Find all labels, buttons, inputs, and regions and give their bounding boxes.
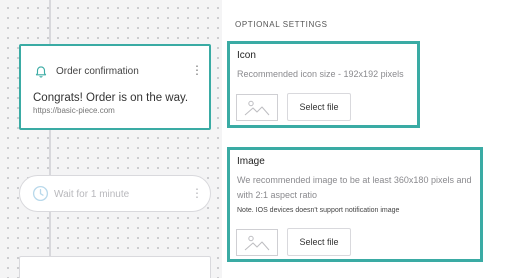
image-select-file-button[interactable]: Select file <box>287 228 351 256</box>
card-menu-icon[interactable]: ⋮ <box>191 64 203 76</box>
flow-canvas: Order confirmation ⋮ Congrats! Order is … <box>0 0 222 278</box>
image-setting-description-line1: We recommended image to be at least 360x… <box>237 175 472 185</box>
next-step-card[interactable] <box>19 256 211 278</box>
icon-setting-panel: Icon Recommended icon size - 192x192 pix… <box>227 41 420 128</box>
image-setting-note: Note. IOS devices doesn't support notifi… <box>237 207 400 214</box>
bell-icon <box>35 66 47 78</box>
wait-menu-icon[interactable]: ⋮ <box>191 187 203 199</box>
image-placeholder-icon <box>236 94 278 121</box>
clock-icon <box>32 185 49 202</box>
image-setting-panel: Image We recommended image to be at leas… <box>227 147 483 262</box>
wait-step-label: Wait for 1 minute <box>54 189 130 200</box>
section-label: OPTIONAL SETTINGS <box>235 20 328 29</box>
image-setting-heading: Image <box>237 156 265 167</box>
notification-step-card[interactable]: Order confirmation ⋮ Congrats! Order is … <box>19 44 211 130</box>
notification-body: Congrats! Order is on the way. <box>33 92 189 104</box>
image-setting-description-line2: with 2:1 aspect ratio <box>237 190 318 200</box>
icon-setting-heading: Icon <box>237 50 256 61</box>
notification-title: Order confirmation <box>56 66 139 77</box>
wait-step-card[interactable]: Wait for 1 minute ⋮ <box>19 175 211 212</box>
icon-select-file-button[interactable]: Select file <box>287 93 351 121</box>
notification-url: https://basic-piece.com <box>33 106 115 115</box>
image-placeholder-icon <box>236 229 278 256</box>
flow-connector-line <box>49 0 51 278</box>
icon-setting-description: Recommended icon size - 192x192 pixels <box>237 69 404 79</box>
